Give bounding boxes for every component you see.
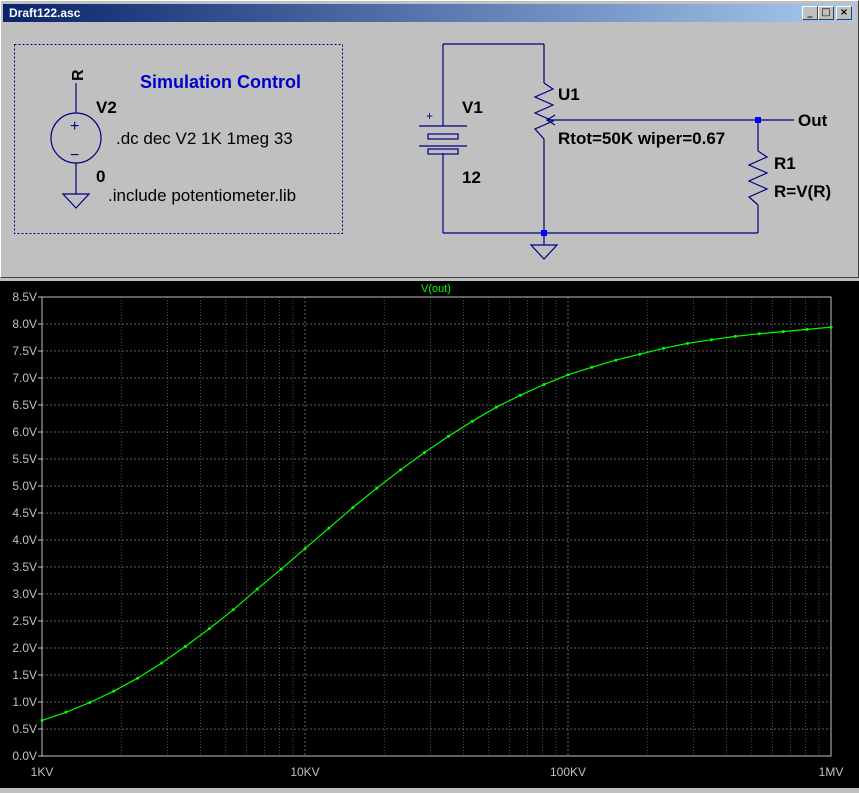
y-tick-label: 7.5V xyxy=(12,344,37,358)
y-tick-label: 8.0V xyxy=(12,317,37,331)
x-tick-label: 100KV xyxy=(550,765,586,779)
trace-point xyxy=(494,405,498,409)
y-tick-label: 7.0V xyxy=(12,371,37,385)
schematic-canvas[interactable]: Simulation Control + − R V2 0 .dc dec V2… xyxy=(4,26,855,275)
trace-point xyxy=(781,330,785,334)
v2-minus-sign: − xyxy=(70,147,79,164)
v2-plus-sign: + xyxy=(70,118,79,135)
waveform-pane[interactable]: 0.0V 0.5V 1.0V 1.5V 2.0V 2.5V 3.0V 3.5V 4.0V 4.5V… xyxy=(0,281,859,788)
y-tick-label: 3.5V xyxy=(12,560,37,574)
trace-point xyxy=(40,718,44,722)
y-tick-label: 2.5V xyxy=(12,614,37,628)
trace-point xyxy=(64,710,68,714)
v1-battery[interactable] xyxy=(419,125,467,155)
dc-directive[interactable]: .dc dec V2 1K 1meg 33 xyxy=(116,129,293,148)
u1-name[interactable]: U1 xyxy=(558,85,580,104)
trace-point xyxy=(351,506,355,510)
trace-point xyxy=(542,383,546,386)
trace-point xyxy=(829,325,833,329)
trace-point xyxy=(662,346,666,350)
window-title: Draft122.asc xyxy=(9,6,81,20)
node-dot-out[interactable] xyxy=(755,117,761,123)
trace-point xyxy=(423,451,426,454)
include-directive[interactable]: .include potentiometer.lib xyxy=(108,186,296,205)
v2-node-r[interactable]: R xyxy=(70,69,87,81)
y-tick-label: 6.0V xyxy=(12,425,37,439)
simulation-control-label[interactable]: Simulation Control xyxy=(140,72,301,92)
trace-point xyxy=(303,547,307,551)
title-bar[interactable]: Draft122.asc _ □ × xyxy=(3,4,855,22)
v2-name[interactable]: V2 xyxy=(96,98,117,117)
plot-grid xyxy=(41,296,832,757)
trace-point xyxy=(375,486,379,490)
trace-point xyxy=(207,627,211,631)
plot-title[interactable]: V(out) xyxy=(421,283,451,295)
y-tick-label: 3.0V xyxy=(12,587,37,601)
v2-source[interactable] xyxy=(50,83,102,209)
y-tick-label: 1.0V xyxy=(12,695,37,709)
v1-value[interactable]: 12 xyxy=(462,168,481,187)
x-tick-label: 1MV xyxy=(819,765,844,779)
u1-params[interactable]: Rtot=50K wiper=0.67 xyxy=(558,129,725,148)
trace-point xyxy=(805,327,809,331)
trace-point xyxy=(231,608,235,612)
waveform-plot[interactable]: 0.0V 0.5V 1.0V 1.5V 2.0V 2.5V 3.0V 3.5V 4.0V 4.5V… xyxy=(0,281,859,788)
out-label[interactable]: Out xyxy=(798,111,828,130)
y-tick-label: 5.0V xyxy=(12,479,37,493)
trace-point xyxy=(447,434,450,438)
trace-point xyxy=(183,644,187,648)
trace-point xyxy=(518,393,522,397)
trace-point xyxy=(757,332,761,336)
y-tick-label: 0.5V xyxy=(12,722,37,736)
schematic-window: Draft122.asc _ □ × Simulation Control + … xyxy=(0,0,859,278)
close-button[interactable]: × xyxy=(836,6,852,20)
trace-point xyxy=(590,365,594,369)
trace-point xyxy=(470,419,474,423)
maximize-button[interactable]: □ xyxy=(818,6,834,20)
v1-name[interactable]: V1 xyxy=(462,98,483,117)
x-tick-label: 10KV xyxy=(290,765,319,779)
trace-point xyxy=(399,468,403,472)
trace-point xyxy=(686,341,689,345)
y-tick-label: 4.0V xyxy=(12,533,37,547)
y-tick-label: 2.0V xyxy=(12,641,37,655)
r1-resistor[interactable] xyxy=(747,150,769,206)
node-dot-ground[interactable] xyxy=(541,230,547,236)
v2-ground-node[interactable]: 0 xyxy=(96,167,105,186)
trace-point xyxy=(136,676,140,680)
trace-point xyxy=(614,358,618,362)
y-tick-label: 6.5V xyxy=(12,398,37,412)
trace-point xyxy=(255,587,259,591)
trace-point xyxy=(112,689,116,693)
trace-point xyxy=(566,373,570,377)
trace-point xyxy=(710,338,713,342)
ground-symbol[interactable] xyxy=(529,244,559,260)
trace-point xyxy=(160,661,163,665)
y-tick-label: 8.5V xyxy=(12,290,37,304)
r1-value[interactable]: R=V(R) xyxy=(774,182,831,201)
trace-point xyxy=(279,567,283,571)
minimize-button[interactable]: _ xyxy=(802,6,818,20)
y-tick-label: 5.5V xyxy=(12,452,37,466)
trace-point xyxy=(733,334,737,338)
trace-v-out[interactable] xyxy=(41,326,832,721)
v1-plus-sign: + xyxy=(426,109,433,123)
r1-name[interactable]: R1 xyxy=(774,154,796,173)
y-tick-label: 4.5V xyxy=(12,506,37,520)
x-tick-label: 1KV xyxy=(31,765,54,779)
trace-point xyxy=(327,526,331,530)
y-tick-label: 0.0V xyxy=(12,749,37,763)
trace-point xyxy=(88,701,92,704)
trace-point xyxy=(638,352,642,356)
plot-frame xyxy=(41,296,832,757)
y-tick-label: 1.5V xyxy=(12,668,37,682)
